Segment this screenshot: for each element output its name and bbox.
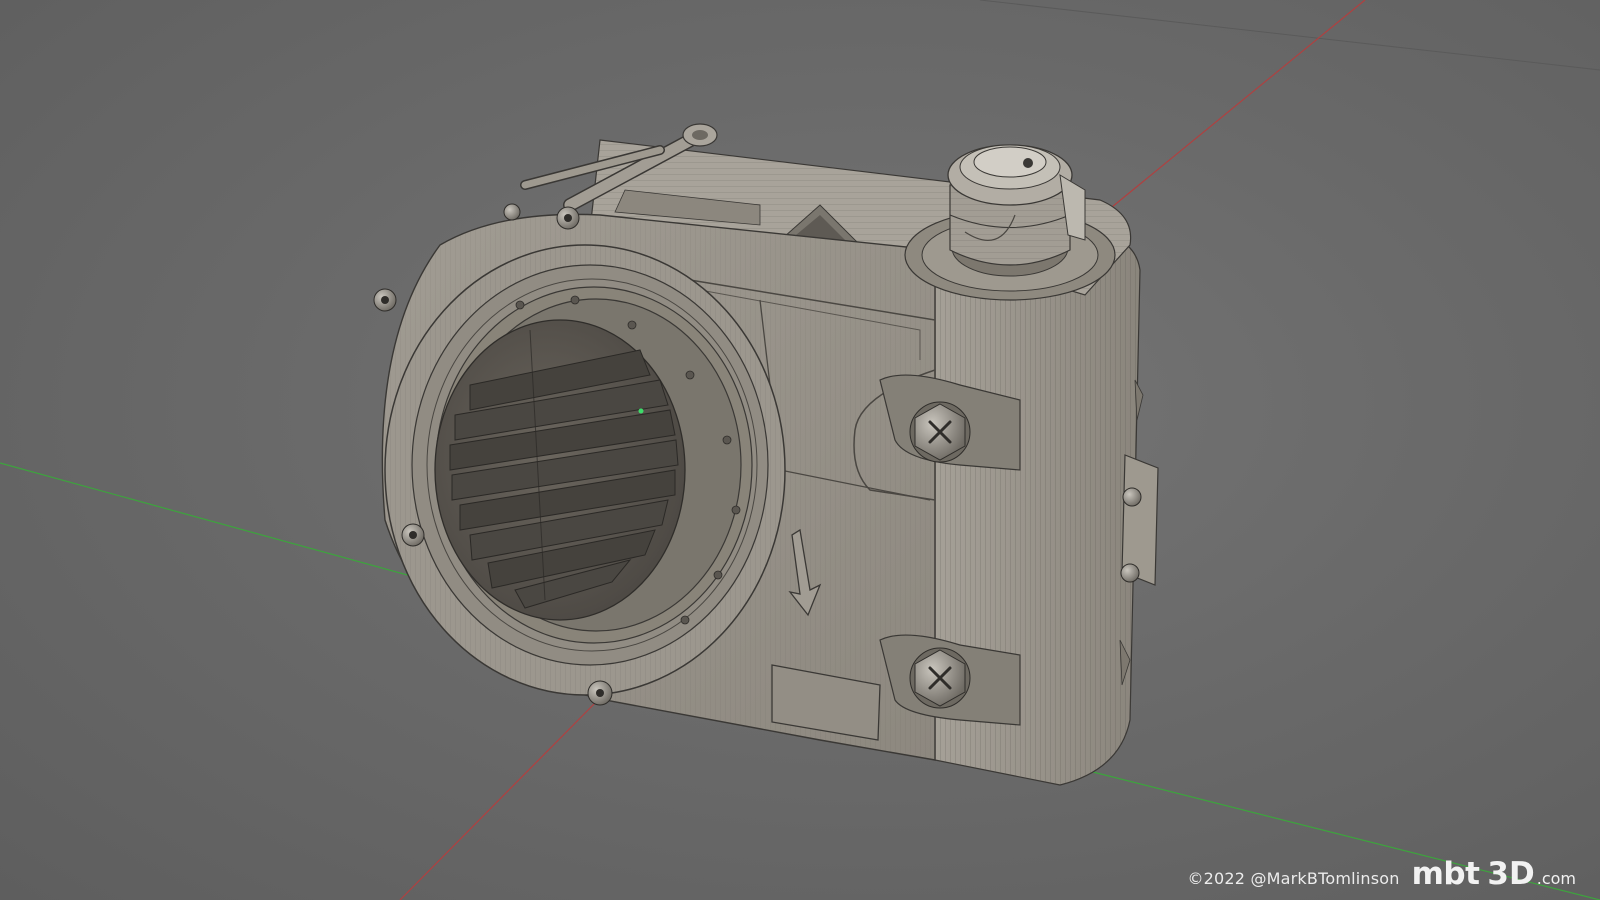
top-knob — [904, 144, 1116, 301]
3d-viewport[interactable]: ©2022 @MarkBTomlinson mbt 3D .com — [0, 0, 1600, 900]
copyright-text: ©2022 @MarkBTomlinson — [1187, 869, 1400, 888]
render-scene — [0, 0, 1600, 900]
logo-com-text: .com — [1536, 869, 1576, 888]
device-model — [373, 123, 1159, 786]
mbt3d-logo[interactable]: mbt 3D .com — [1412, 856, 1576, 892]
logo-3d-text: 3D — [1487, 856, 1535, 892]
red-axis-line-lower — [399, 699, 599, 900]
watermark: ©2022 @MarkBTomlinson mbt 3D .com — [1187, 856, 1576, 892]
logo-mbt-text: mbt — [1411, 856, 1480, 892]
red-axis-line — [1089, 0, 1366, 226]
grid-line — [979, 0, 1600, 71]
